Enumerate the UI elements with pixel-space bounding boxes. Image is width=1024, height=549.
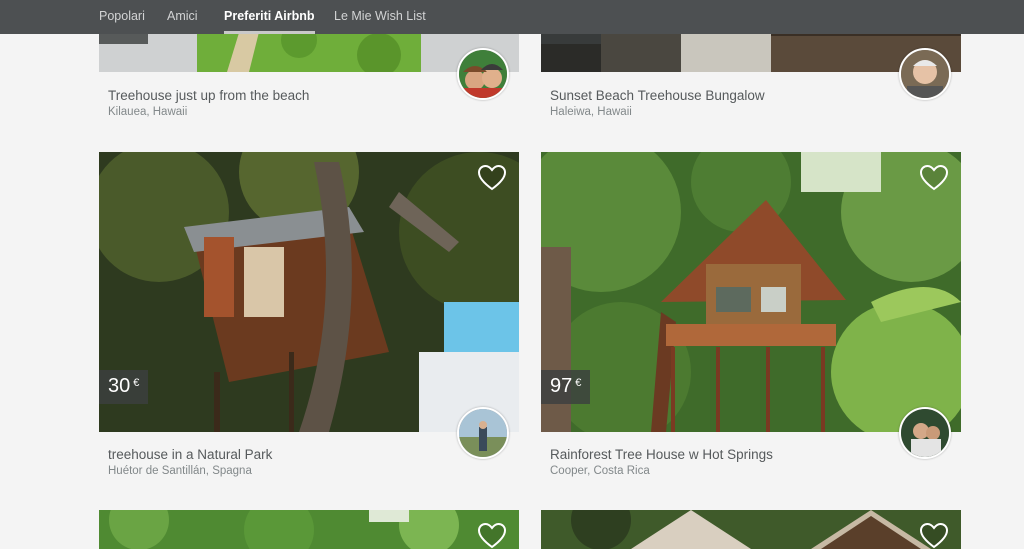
listing-location: Kilauea, Hawaii <box>108 106 188 118</box>
listing-location: Haleiwa, Hawaii <box>550 106 632 118</box>
host-avatar[interactable] <box>899 48 951 100</box>
listing-card[interactable]: 97 € Rainforest Tree House w Hot Springs … <box>541 152 961 482</box>
wishlist-tab-bar: Popolari Amici Preferiti Airbnb Le Mie W… <box>0 0 1024 34</box>
listing-title[interactable]: treehouse in a Natural Park <box>108 447 272 462</box>
listing-photo[interactable] <box>541 510 961 549</box>
host-avatar[interactable] <box>457 48 509 100</box>
wishlist-heart-button[interactable] <box>919 164 949 192</box>
tab-popolari[interactable]: Popolari <box>99 9 145 23</box>
wishlist-heart-button[interactable] <box>477 164 507 192</box>
host-avatar[interactable] <box>457 407 509 459</box>
tab-label: Popolari <box>99 9 145 23</box>
tab-label: Preferiti Airbnb <box>224 9 315 23</box>
host-avatar[interactable] <box>899 407 951 459</box>
tab-my-wish-list[interactable]: Le Mie Wish List <box>334 9 426 23</box>
heart-outline-icon <box>919 164 949 191</box>
heart-outline-icon <box>919 522 949 549</box>
listing-title[interactable]: Rainforest Tree House w Hot Springs <box>550 447 773 462</box>
price-value: 30 <box>108 375 131 397</box>
tab-label: Amici <box>167 9 198 23</box>
listing-title[interactable]: Sunset Beach Treehouse Bungalow <box>550 88 765 103</box>
listing-photo-image <box>541 510 961 549</box>
listing-photo-image <box>99 510 519 549</box>
listing-photo[interactable]: 30 € <box>99 152 519 432</box>
listing-photo-image <box>99 152 519 432</box>
listing-title[interactable]: Treehouse just up from the beach <box>108 88 309 103</box>
host-avatar-image <box>901 50 949 98</box>
listing-photo[interactable] <box>99 510 519 549</box>
host-avatar-image <box>459 409 507 457</box>
price-tag: 97 € <box>541 370 591 404</box>
listing-photo-image <box>541 152 961 432</box>
price-tag: 30 € <box>99 370 149 404</box>
listing-card[interactable]: 30 € treehouse in a Natural Park Huétor d… <box>99 152 519 482</box>
price-currency: € <box>575 377 582 389</box>
listing-card[interactable] <box>541 510 961 549</box>
wishlist-heart-button[interactable] <box>477 522 507 549</box>
host-avatar-image <box>901 409 949 457</box>
active-tab-indicator <box>224 31 315 34</box>
tab-preferiti-airbnb[interactable]: Preferiti Airbnb <box>224 9 315 34</box>
heart-outline-icon <box>477 164 507 191</box>
heart-outline-icon <box>477 522 507 549</box>
listing-location: Cooper, Costa Rica <box>550 465 650 477</box>
tab-label: Le Mie Wish List <box>334 9 426 23</box>
host-avatar-image <box>459 50 507 98</box>
price-value: 97 <box>550 375 573 397</box>
listing-card[interactable] <box>99 510 519 549</box>
price-currency: € <box>133 377 140 389</box>
listing-photo[interactable]: 97 € <box>541 152 961 432</box>
listing-location: Huétor de Santillán, Spagna <box>108 465 252 477</box>
wishlist-heart-button[interactable] <box>919 522 949 549</box>
tab-amici[interactable]: Amici <box>167 9 198 23</box>
